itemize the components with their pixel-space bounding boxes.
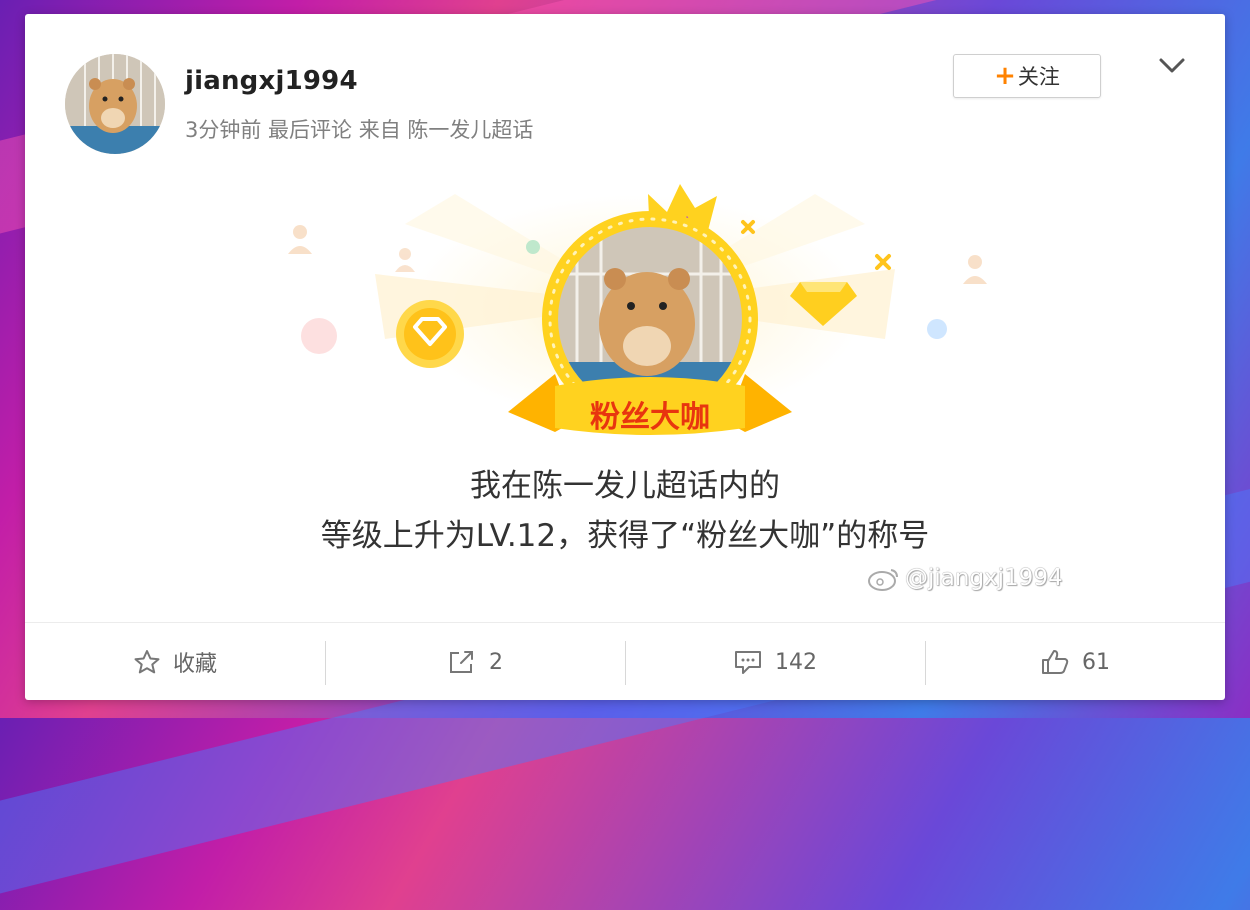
dot-decoration: [927, 319, 947, 339]
person-icon: [395, 248, 415, 272]
comment-icon: [735, 651, 761, 674]
person-icon: [288, 225, 312, 254]
plus-icon: +: [994, 61, 1016, 91]
watermark-text: @jiangxj1994: [905, 565, 1063, 591]
avatar[interactable]: [65, 54, 165, 154]
post-card: jiangxj1994 3分钟前 最后评论 来自 陈一发儿超话 + 关注 粉丝大…: [25, 14, 1225, 700]
share-count: 2: [489, 649, 503, 675]
banner-text: 粉丝大咖: [590, 400, 710, 435]
achievement-line-2: 等级上升为LV.12，获得了“粉丝大咖”的称号: [320, 518, 930, 554]
diamond-badge-icon: [396, 300, 464, 368]
follow-label: 关注: [1017, 65, 1060, 89]
weibo-icon: [868, 569, 898, 591]
favorite-label: 收藏: [172, 652, 217, 677]
weibo-watermark: @jiangxj1994: [867, 564, 1063, 592]
achievement-graphic: 粉丝大咖: [255, 164, 1015, 454]
action-bar: 收藏 2 142 61: [25, 622, 1225, 701]
chevron-down-icon[interactable]: [1155, 52, 1189, 80]
like-button[interactable]: 61: [925, 623, 1225, 701]
star-icon: [134, 650, 160, 674]
username[interactable]: jiangxj1994: [185, 66, 358, 96]
dot-decoration: [301, 318, 337, 354]
achievement-line-1: 我在陈一发儿超话内的: [470, 468, 780, 504]
like-count: 61: [1082, 649, 1110, 675]
comment-count: 142: [775, 649, 817, 675]
share-button[interactable]: 2: [325, 623, 625, 701]
post-meta: 3分钟前 最后评论 来自 陈一发儿超话: [185, 118, 534, 142]
person-icon: [963, 255, 987, 284]
comment-button[interactable]: 142: [625, 623, 925, 701]
favorite-button[interactable]: 收藏: [25, 623, 325, 701]
share-icon: [450, 651, 473, 673]
thumbs-up-icon: [1042, 650, 1069, 674]
follow-button[interactable]: + 关注: [953, 54, 1101, 98]
dot-decoration: [526, 240, 540, 254]
